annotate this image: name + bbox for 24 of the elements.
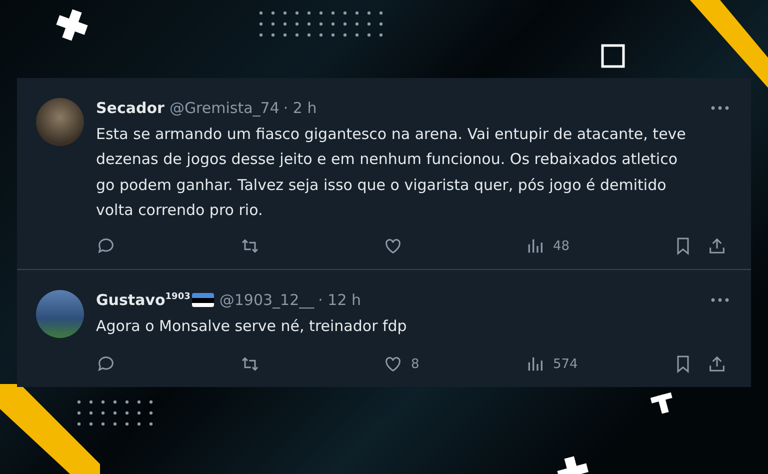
share-icon (707, 354, 727, 374)
username[interactable]: @1903_12__ (219, 291, 314, 310)
square-outline-icon (601, 44, 625, 68)
like-button[interactable] (383, 236, 403, 256)
tweet-text: Agora o Monsalve serve né, treinador fdp (96, 316, 408, 338)
like-button[interactable]: 8 (383, 354, 420, 374)
tweet-text: Esta se armando um fiasco gigantesco na arena. Vai entupir de atacante, teve dezenas de jogos desse jeito e em nenhum funcionou. Os rebaixados atletico go podem ganhar. Talvez seja isso que o vigarista quer, pós jogo é demitido volta correndo pro rio. (96, 124, 687, 221)
timestamp[interactable]: · 12 h (318, 291, 362, 310)
avatar[interactable] (36, 98, 84, 146)
avatar[interactable] (36, 290, 84, 338)
plus-icon (55, 8, 89, 42)
heart-icon (383, 236, 403, 256)
more-icon (711, 106, 729, 110)
username[interactable]: @Gremista_74 (169, 99, 280, 117)
more-icon (711, 298, 729, 302)
timestamp[interactable]: · 2 h (283, 99, 317, 117)
share-icon (707, 236, 727, 256)
views-button[interactable]: 574 (525, 354, 578, 374)
heart-icon (383, 354, 403, 374)
display-name[interactable]: Gustavo$^{1903}$ (96, 291, 190, 310)
display-name[interactable]: Secador (96, 99, 164, 117)
views-button[interactable]: 48 (525, 236, 570, 256)
share-button[interactable] (707, 236, 727, 256)
share-button[interactable] (707, 354, 727, 374)
